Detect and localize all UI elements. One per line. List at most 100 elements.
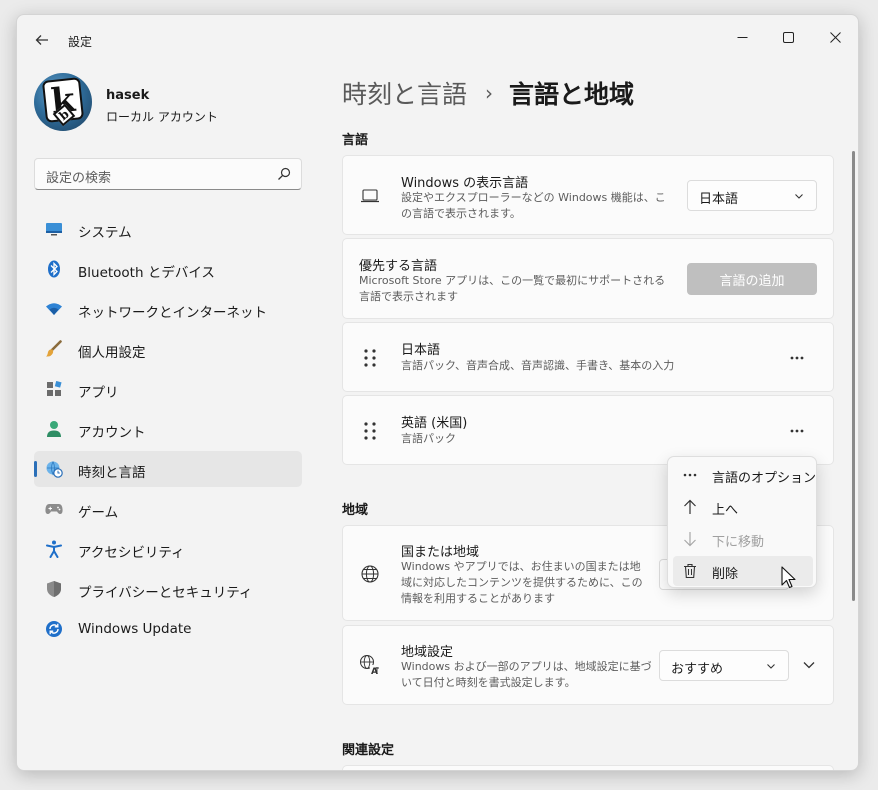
section-title-region: 地域 — [342, 503, 369, 518]
drag-handle-icon[interactable] — [363, 348, 377, 368]
sidebar-item-personalization[interactable]: 個人用設定 — [34, 331, 302, 367]
display-language-desc: 設定やエクスプローラーなどの Windows 機能は、この言語で表示されます。 — [401, 191, 666, 220]
search-icon — [278, 167, 291, 180]
wifi-icon — [45, 300, 63, 318]
language-item-english-us[interactable]: 英語 (米国) 言語パック — [342, 395, 834, 465]
arrow-down-icon — [682, 531, 698, 547]
user-name: hasek — [106, 88, 150, 103]
expand-regional-format-button[interactable] — [795, 651, 823, 679]
sidebar-item-label: 時刻と言語 — [78, 465, 146, 481]
search-input[interactable]: 設定の検索 — [34, 158, 302, 190]
more-icon — [790, 356, 804, 360]
bluetooth-icon — [45, 260, 63, 278]
related-settings-card[interactable] — [342, 765, 834, 770]
monitor-icon — [45, 220, 63, 238]
chevron-down-icon — [803, 662, 815, 669]
language-name: 英語 (米国) — [401, 416, 468, 431]
regional-format-icon: A — [359, 654, 381, 676]
brush-icon — [45, 340, 63, 358]
menu-item-move-up[interactable]: 上へ — [673, 492, 813, 522]
back-button[interactable] — [31, 29, 53, 51]
chevron-down-icon — [767, 664, 775, 669]
sidebar-item-system[interactable]: システム — [34, 211, 302, 247]
minimize-button[interactable] — [719, 21, 765, 53]
gamepad-icon — [45, 500, 63, 518]
person-icon — [45, 420, 63, 438]
display-language-dropdown[interactable]: 日本語 — [687, 180, 817, 211]
breadcrumb: 時刻と言語 › 言語と地域 — [342, 73, 634, 113]
mouse-cursor-icon — [781, 566, 796, 589]
preferred-languages-title: 優先する言語 — [359, 259, 438, 274]
apps-icon — [45, 380, 63, 398]
menu-item-move-down[interactable]: 下に移動 — [673, 524, 813, 554]
menu-item-label: 下に移動 — [712, 535, 765, 550]
sidebar-item-label: ネットワークとインターネット — [78, 305, 267, 321]
drag-handle-icon[interactable] — [363, 421, 377, 441]
section-title-language: 言語 — [342, 133, 369, 148]
laptop-icon — [359, 185, 381, 207]
sidebar-item-label: アカウント — [78, 425, 146, 441]
language-features: 言語パック、音声合成、音声認識、手書き、基本の入力 — [401, 359, 675, 372]
breadcrumb-separator: › — [485, 81, 494, 105]
more-icon — [682, 467, 698, 483]
language-more-button[interactable] — [783, 344, 811, 372]
globe-clock-icon — [45, 460, 63, 478]
language-name: 日本語 — [401, 343, 441, 358]
sidebar-item-label: アプリ — [78, 385, 119, 401]
regional-format-card: A 地域設定 Windows および一部のアプリは、地域設定に基づいて日付と時刻… — [342, 625, 834, 705]
sidebar-nav: システム Bluetooth とデバイス ネットワークとインターネット 個人用設… — [34, 211, 302, 651]
sidebar-item-accessibility[interactable]: アクセシビリティ — [34, 531, 302, 567]
settings-window: 設定 k b hasek ローカル アカウント 設定の検索 システム Bluet… — [16, 14, 859, 771]
update-icon — [45, 620, 63, 638]
regional-format-value: おすすめ — [671, 662, 724, 677]
page-title: 言語と地域 — [509, 80, 635, 109]
display-language-value: 日本語 — [699, 192, 739, 207]
add-language-button[interactable]: 言語の追加 — [687, 263, 817, 295]
language-item-japanese[interactable]: 日本語 言語パック、音声合成、音声認識、手書き、基本の入力 — [342, 322, 834, 392]
account-type: ローカル アカウント — [106, 110, 218, 124]
arrow-up-icon — [682, 499, 698, 515]
menu-item-language-options[interactable]: 言語のオプション — [673, 460, 817, 490]
maximize-button[interactable] — [765, 21, 811, 53]
sidebar-item-label: ゲーム — [78, 505, 119, 521]
preferred-languages-card: 優先する言語 Microsoft Store アプリは、この一覧で最初にサポート… — [342, 238, 834, 319]
accessibility-icon — [45, 540, 63, 558]
regional-format-title: 地域設定 — [401, 645, 454, 660]
sidebar-item-label: アクセシビリティ — [78, 545, 185, 561]
display-language-title: Windows の表示言語 — [401, 176, 529, 191]
country-region-desc: Windows やアプリでは、お住まいの国または地域に対応したコンテンツを提供す… — [401, 560, 643, 605]
sidebar-item-network[interactable]: ネットワークとインターネット — [34, 291, 302, 327]
close-icon — [829, 31, 841, 43]
country-region-title: 国または地域 — [401, 545, 480, 560]
sidebar-item-label: システム — [78, 225, 132, 241]
sidebar-item-time-language[interactable]: 時刻と言語 — [34, 451, 302, 487]
title-bar: 設定 — [17, 15, 858, 63]
arrow-left-icon — [35, 35, 48, 45]
display-language-card: Windows の表示言語 設定やエクスプローラーなどの Windows 機能は… — [342, 155, 834, 235]
app-title: 設定 — [68, 35, 93, 49]
sidebar-item-privacy-security[interactable]: プライバシーとセキュリティ — [34, 571, 302, 607]
sidebar-item-gaming[interactable]: ゲーム — [34, 491, 302, 527]
menu-item-label: 削除 — [712, 567, 739, 582]
regional-format-desc: Windows および一部のアプリは、地域設定に基づいて日付と時刻を書式設定しま… — [401, 660, 652, 689]
sidebar-item-label: Bluetooth とデバイス — [78, 265, 215, 281]
sidebar-item-accounts[interactable]: アカウント — [34, 411, 302, 447]
scrollbar[interactable] — [852, 151, 855, 601]
trash-icon — [682, 563, 698, 579]
avatar: k b — [34, 73, 92, 131]
sidebar-item-apps[interactable]: アプリ — [34, 371, 302, 407]
sidebar-item-windows-update[interactable]: Windows Update — [34, 611, 302, 647]
chevron-down-icon — [795, 194, 803, 199]
breadcrumb-parent[interactable]: 時刻と言語 — [342, 75, 467, 111]
language-more-button[interactable] — [783, 417, 811, 445]
close-button[interactable] — [812, 21, 858, 53]
menu-item-label: 言語のオプション — [712, 471, 817, 486]
regional-format-dropdown[interactable]: おすすめ — [659, 650, 789, 681]
menu-item-label: 上へ — [712, 503, 739, 518]
minimize-icon — [737, 36, 747, 38]
shield-icon — [45, 580, 63, 598]
sidebar-item-label: 個人用設定 — [78, 345, 146, 361]
language-features: 言語パック — [401, 432, 456, 445]
sidebar-item-bluetooth[interactable]: Bluetooth とデバイス — [34, 251, 302, 287]
preferred-languages-desc: Microsoft Store アプリは、この一覧で最初にサポートされる言語で表… — [359, 274, 666, 303]
